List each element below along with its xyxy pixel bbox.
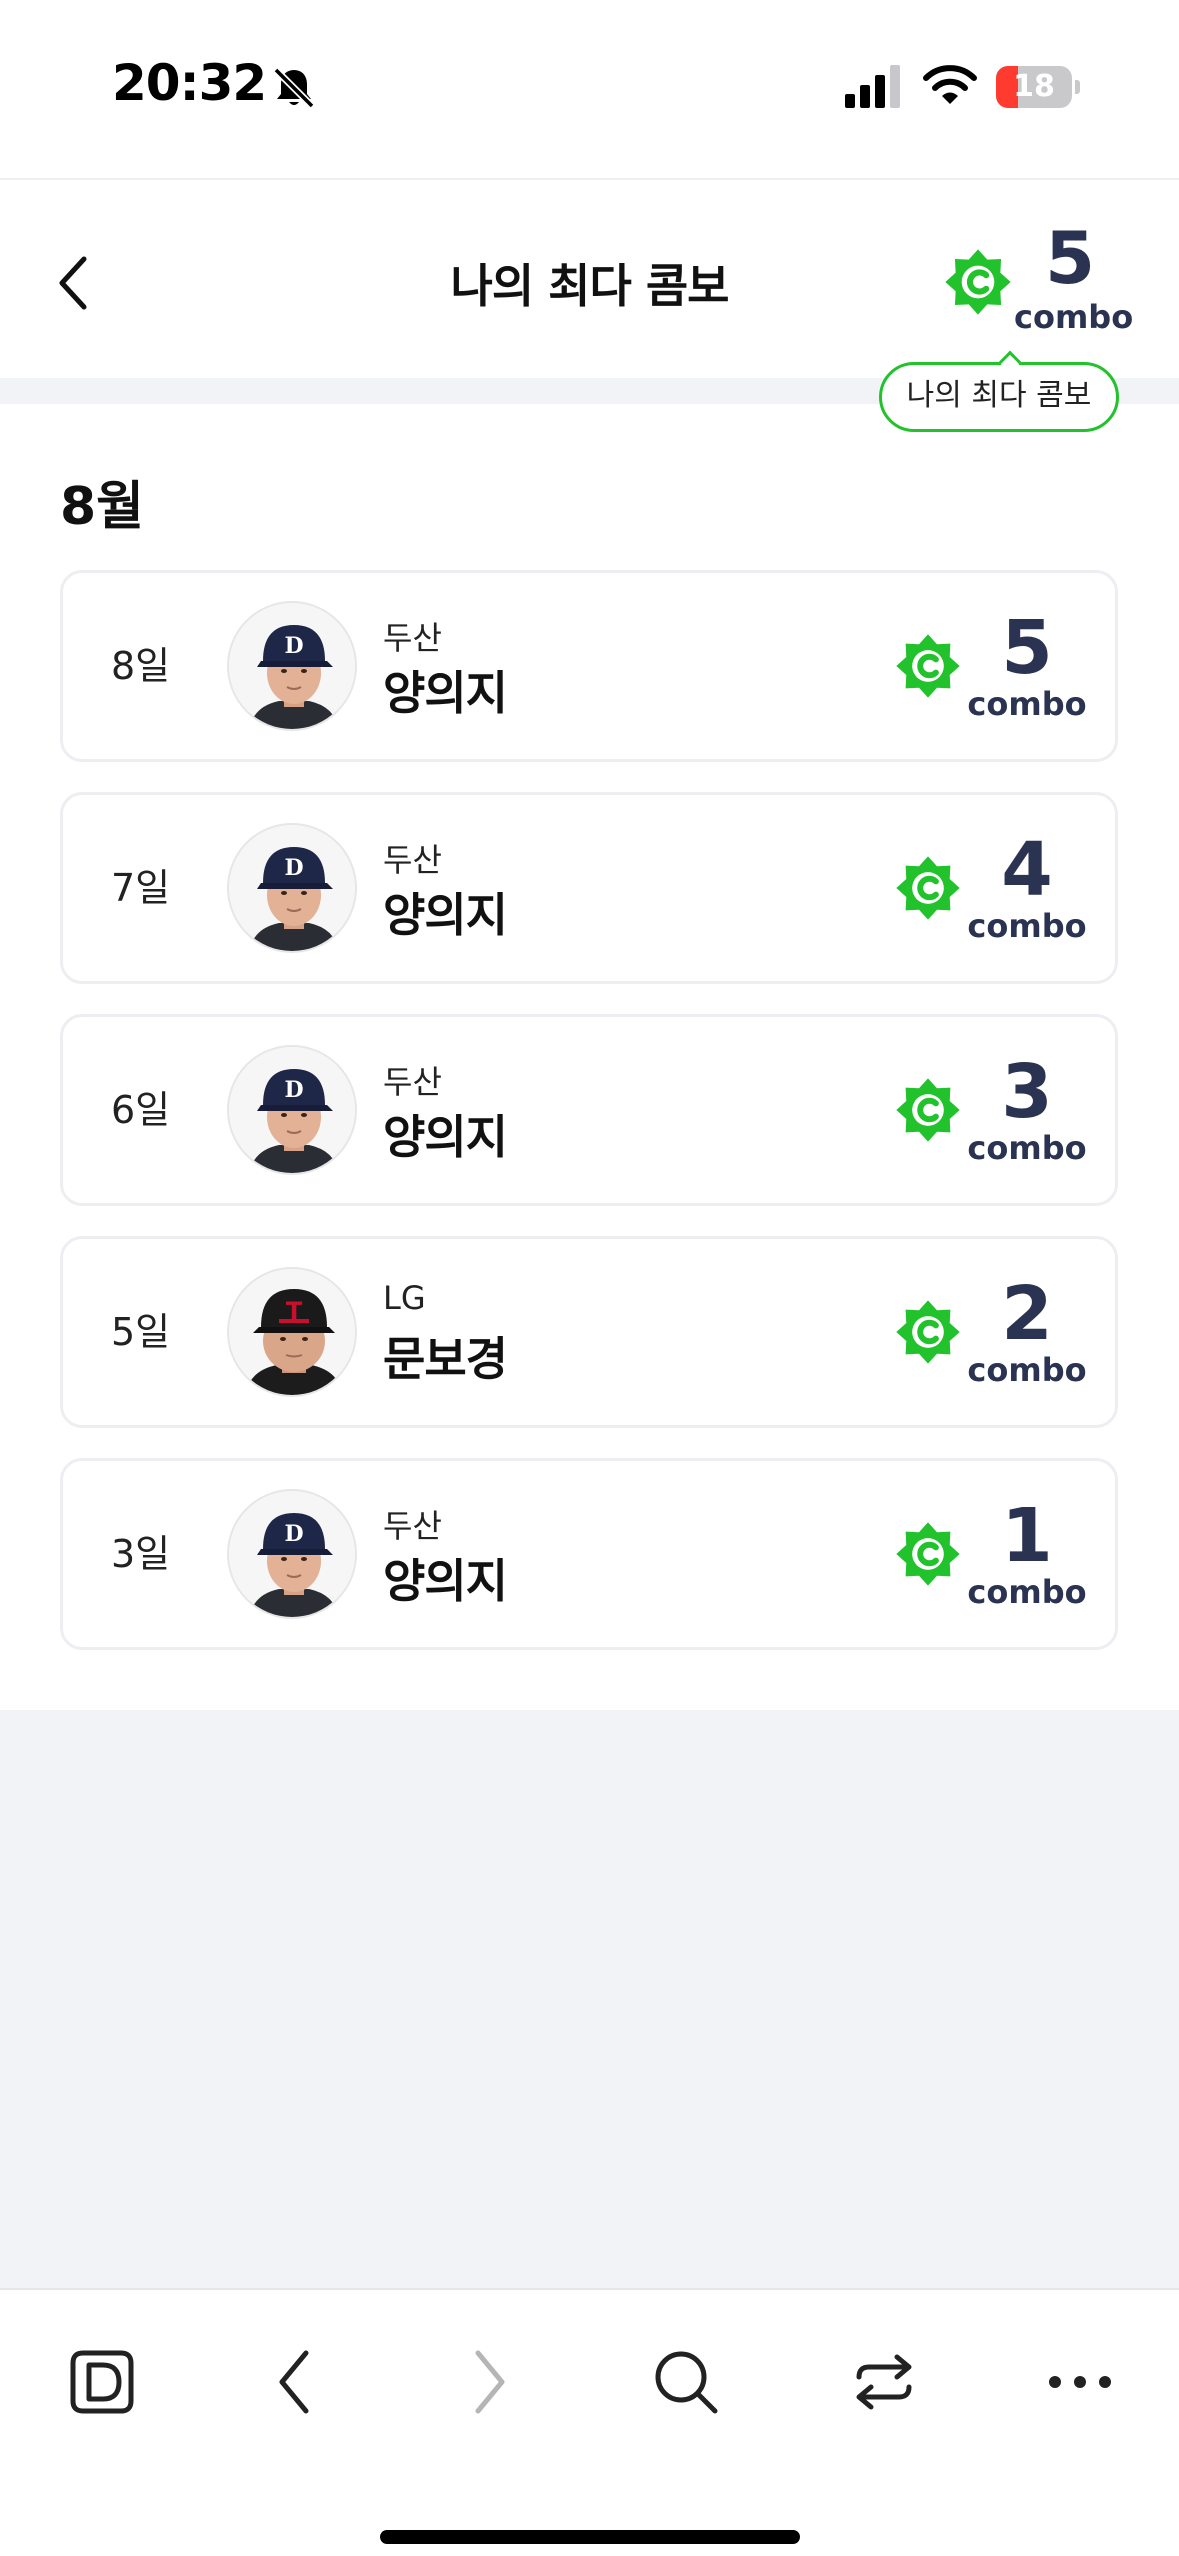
card-team: LG [383, 1279, 426, 1317]
header: 나의 최다 콤보 5 combo [0, 178, 1179, 378]
card-team: 두산 [383, 841, 442, 879]
card-team: 두산 [383, 619, 442, 657]
card-player-name: 양의지 [383, 1554, 508, 1608]
player-avatar: D [227, 823, 357, 953]
player-avatar: D [227, 1045, 357, 1175]
card-day: 3일 [111, 1532, 171, 1576]
combo-badge-icon [945, 249, 1011, 315]
max-combo-value: 5 [1044, 216, 1096, 300]
svg-text:D: D [284, 633, 303, 659]
doosan-player-photo-icon: D [229, 825, 355, 951]
svg-text:D: D [284, 1077, 303, 1103]
more-button[interactable] [1030, 2332, 1130, 2432]
card-combo-unit: combo [967, 907, 1087, 945]
combo-card[interactable]: 5일 T LG 문보경 2 combo [60, 1236, 1118, 1428]
wifi-icon [923, 65, 977, 104]
month-title: 8월 [60, 477, 145, 537]
d-logo-icon [70, 2350, 134, 2414]
forward-arrow-icon [475, 2350, 505, 2414]
combo-badge-icon [896, 1522, 960, 1586]
combo-card[interactable]: 3일 D 두산 양의지 1 combo [60, 1458, 1118, 1650]
share-button[interactable] [834, 2332, 934, 2432]
combo-card[interactable]: 6일 D 두산 양의지 3 combo [60, 1014, 1118, 1206]
card-day: 7일 [111, 866, 171, 910]
cellular-signal-icon [845, 65, 900, 108]
status-bar: 20:32 18 [0, 0, 1179, 178]
search-button[interactable] [636, 2332, 736, 2432]
card-team: 두산 [383, 1507, 442, 1545]
back-arrow-icon [279, 2350, 309, 2414]
browser-forward-button[interactable] [440, 2332, 540, 2432]
card-combo-value: 5 [1001, 605, 1053, 691]
card-combo-unit: combo [967, 1573, 1087, 1611]
card-combo-unit: combo [967, 1129, 1087, 1167]
combo-card[interactable]: 7일 D 두산 양의지 4 combo [60, 792, 1118, 984]
svg-text:D: D [284, 1521, 303, 1547]
card-day: 8일 [111, 644, 171, 688]
combo-list-section: 8월 8일 D 두산 양의지 5 combo 7일 D 두산 양의지 4 com… [0, 404, 1179, 1710]
max-combo-tooltip: 나의 최다 콤보 [879, 362, 1119, 432]
combo-badge-icon [896, 856, 960, 920]
combo-badge-icon [896, 634, 960, 698]
search-icon [655, 2351, 718, 2414]
doosan-player-photo-icon: D [229, 603, 355, 729]
player-avatar: D [227, 1489, 357, 1619]
card-day: 5일 [111, 1310, 171, 1354]
combo-badge-icon [896, 1300, 960, 1364]
home-indicator[interactable] [380, 2530, 800, 2544]
battery-body: 18 [996, 66, 1072, 108]
card-combo-value: 1 [1001, 1493, 1053, 1579]
status-time: 20:32 [112, 54, 267, 112]
browser-toolbar [0, 2288, 1179, 2556]
battery-indicator: 18 [996, 66, 1080, 108]
browser-back-button[interactable] [244, 2332, 344, 2432]
card-combo-value: 4 [1001, 827, 1053, 913]
svg-text:T: T [286, 1297, 303, 1325]
player-avatar: D [227, 601, 357, 731]
combo-card[interactable]: 8일 D 두산 양의지 5 combo [60, 570, 1118, 762]
card-combo-unit: combo [967, 1351, 1087, 1389]
doosan-player-photo-icon: D [229, 1491, 355, 1617]
more-icon [1049, 2376, 1111, 2388]
card-team: 두산 [383, 1063, 442, 1101]
card-player-name: 양의지 [383, 888, 508, 942]
player-avatar: T [227, 1267, 357, 1397]
home-logo-button[interactable] [52, 2332, 152, 2432]
card-combo-value: 3 [1001, 1049, 1053, 1135]
card-player-name: 문보경 [383, 1332, 508, 1386]
combo-badge-icon [896, 1078, 960, 1142]
share-icon [856, 2354, 912, 2410]
battery-level: 18 [1013, 69, 1055, 104]
empty-background [0, 1710, 1179, 2288]
svg-text:D: D [284, 855, 303, 881]
lg-player-photo-icon: T [229, 1269, 355, 1395]
card-player-name: 양의지 [383, 1110, 508, 1164]
doosan-player-photo-icon: D [229, 1047, 355, 1173]
max-combo-unit: combo [1014, 298, 1134, 336]
card-combo-unit: combo [967, 685, 1087, 723]
bell-off-icon [273, 67, 315, 109]
card-day: 6일 [111, 1088, 171, 1132]
card-player-name: 양의지 [383, 666, 508, 720]
battery-cap [1075, 80, 1080, 94]
card-combo-value: 2 [1001, 1271, 1053, 1357]
